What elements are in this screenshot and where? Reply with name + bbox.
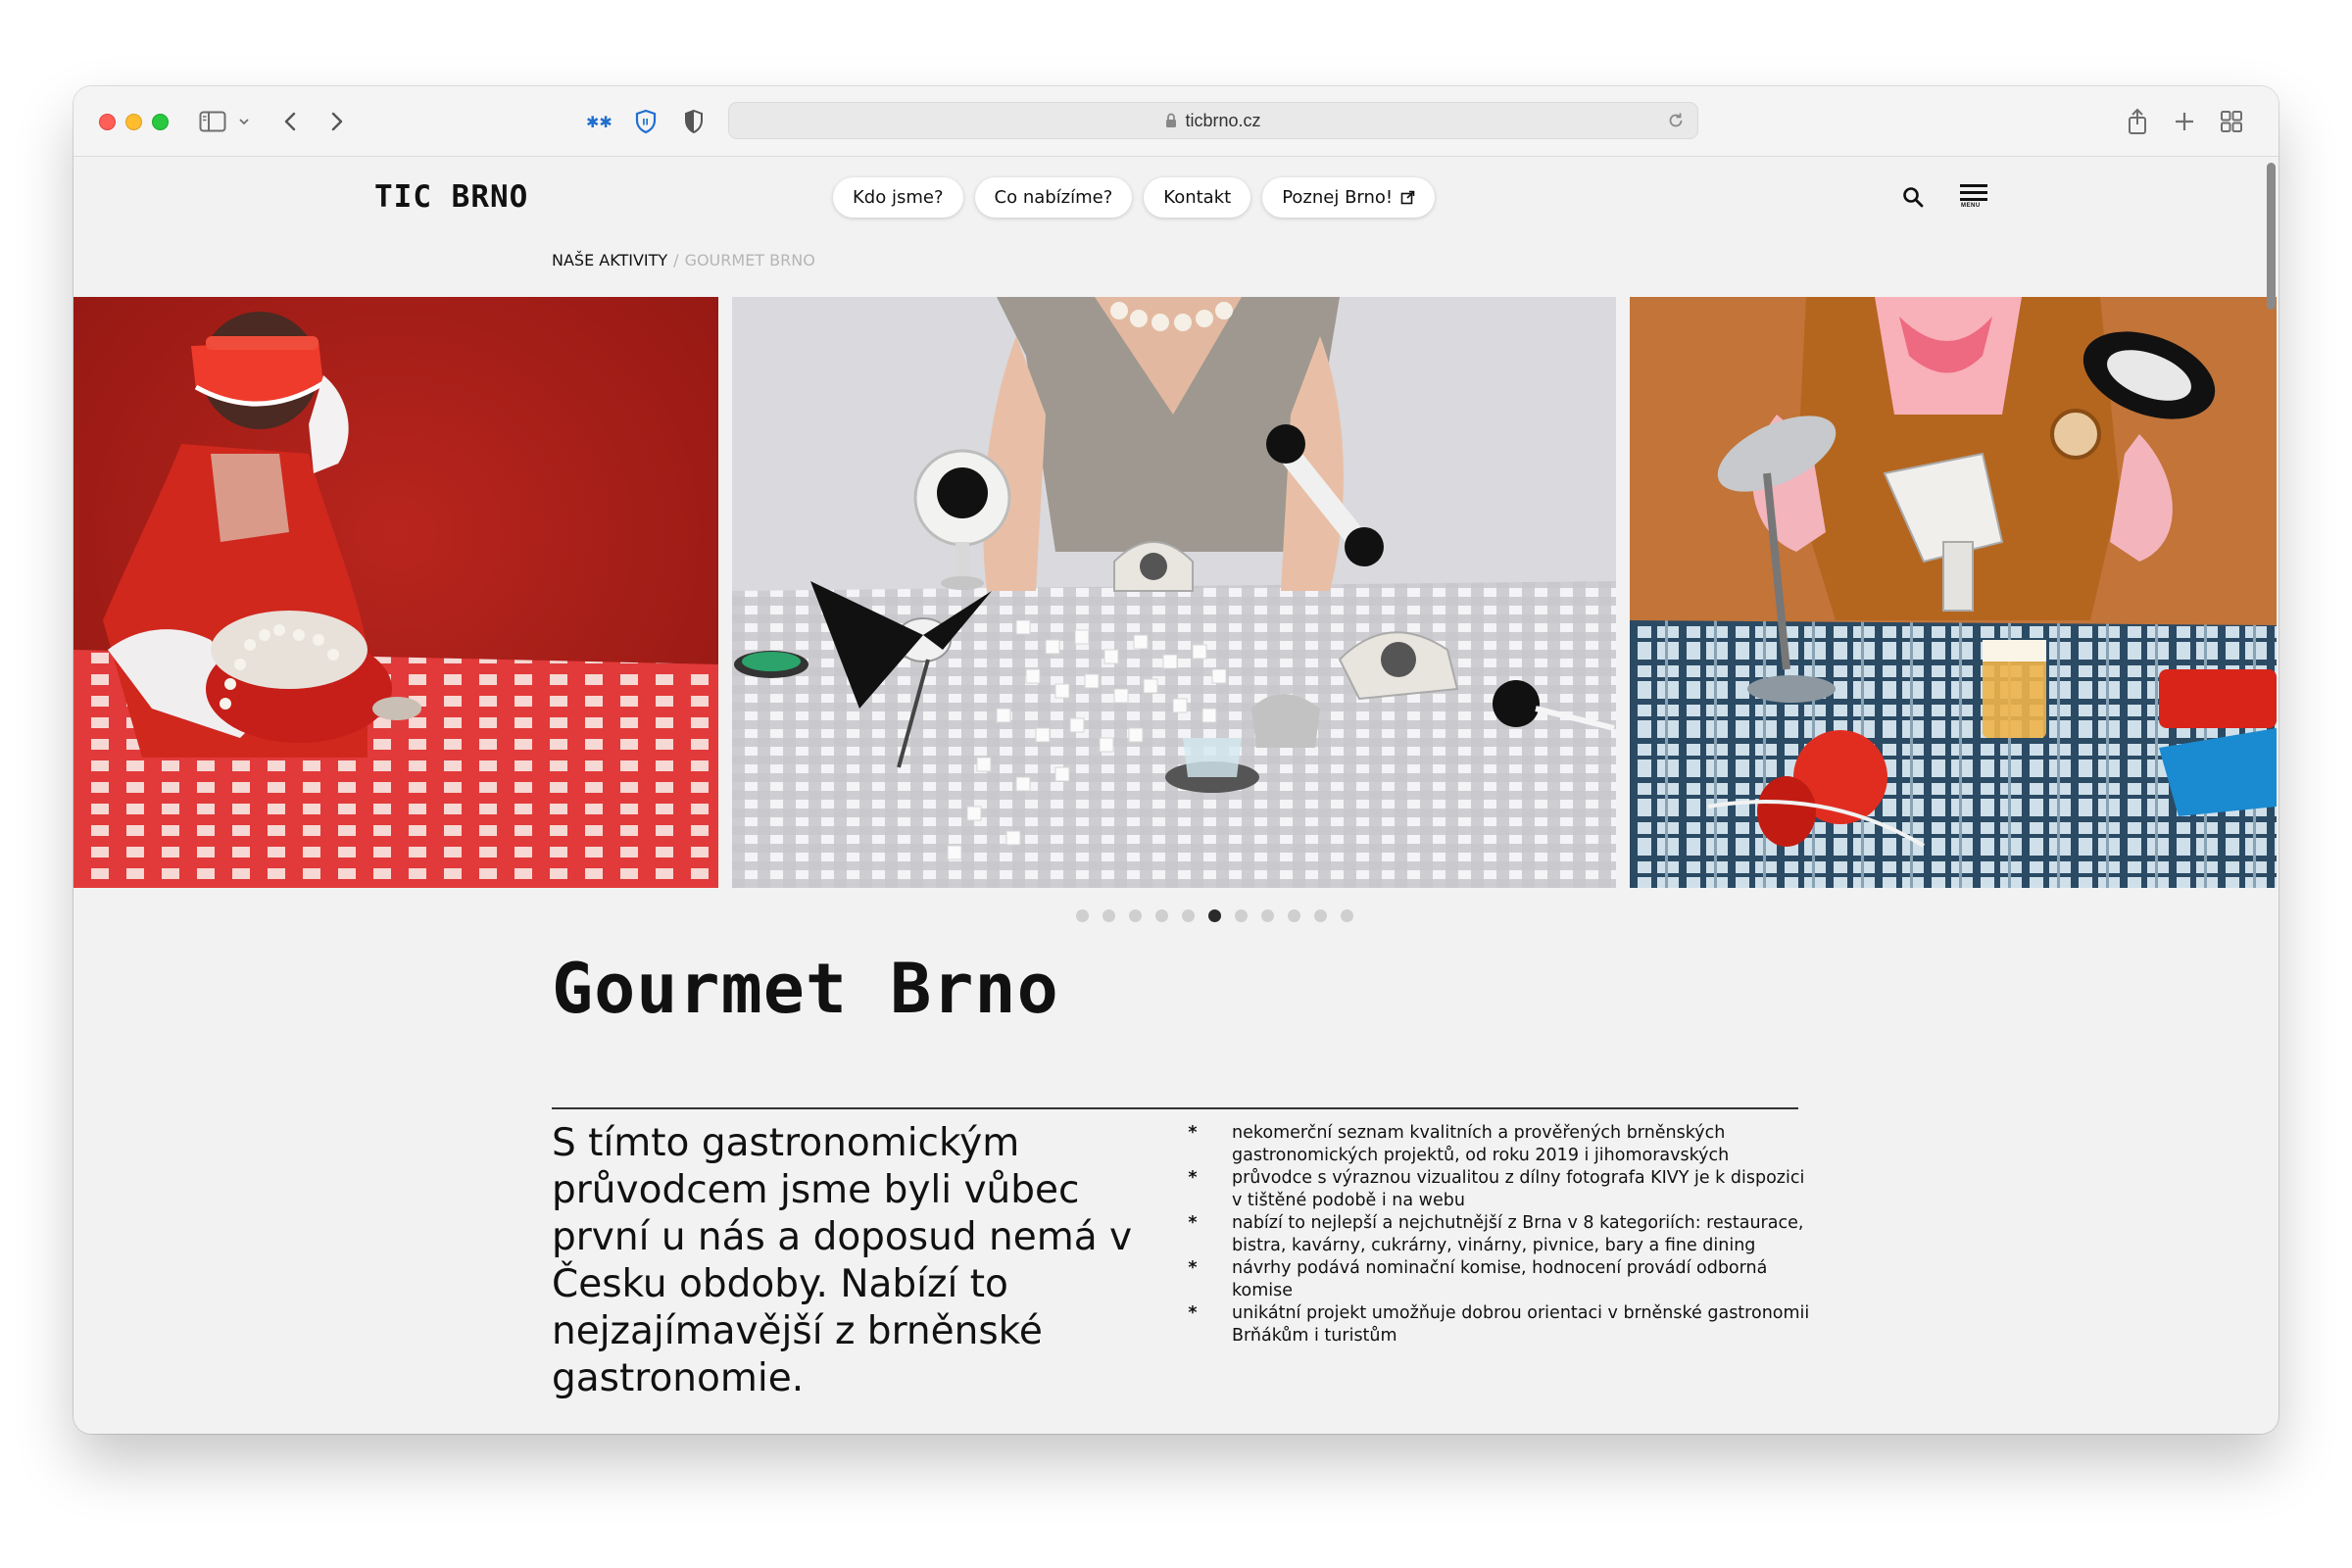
bullet-icon: * (1188, 1123, 1198, 1143)
svg-text:✱✱: ✱✱ (586, 113, 612, 131)
nav-poznej-brno[interactable]: Poznej Brno! (1262, 177, 1436, 218)
breadcrumb-separator: / (673, 251, 679, 270)
sidebar-toggle-icon[interactable] (199, 106, 226, 137)
bullet-icon: * (1188, 1213, 1198, 1233)
list-item-text: nabízí to nejlepší a nejchutnější z Brna… (1232, 1213, 1804, 1255)
breadcrumb: NAŠE AKTIVITY / GOURMET BRNO (552, 251, 815, 270)
url-text: ticbrno.cz (1185, 110, 1261, 130)
nav-label: Poznej Brno! (1282, 187, 1394, 208)
main-nav: Kdo jsme? Co nabízíme? Kontakt Poznej Br… (833, 177, 1436, 218)
carousel-dot[interactable] (1261, 909, 1274, 922)
gallery-photo[interactable] (732, 297, 1616, 888)
browser-window: ✱✱ II ticbrno.cz TIC BRNO Kdo jsme? Co n… (74, 86, 2278, 1434)
list-item: * unikátní projekt umožňuje dobrou orient… (1183, 1302, 1810, 1348)
reload-icon[interactable] (1666, 111, 1686, 130)
lead-paragraph: S tímto gastronomickým průvodcem jsme by… (552, 1121, 1133, 1400)
nav-label: Kdo jsme? (853, 187, 944, 208)
lock-icon (1166, 113, 1177, 127)
search-icon[interactable] (1902, 186, 1924, 213)
carousel-dot[interactable] (1341, 909, 1353, 922)
bitwarden-shield-icon[interactable]: II (634, 106, 658, 137)
menu-label: MENU (1961, 203, 1981, 209)
gallery-photo[interactable] (1630, 297, 2277, 888)
carousel-dot[interactable] (1314, 909, 1327, 922)
tab-overview-icon[interactable] (2220, 106, 2243, 137)
browser-toolbar: ✱✱ II ticbrno.cz (74, 86, 2278, 157)
svg-text:II: II (642, 119, 649, 128)
nav-label: Kontakt (1163, 187, 1232, 208)
list-item: * nabízí to nejlepší a nejchutnější z Brn… (1183, 1212, 1810, 1257)
carousel-dot[interactable] (1235, 909, 1248, 922)
new-tab-icon[interactable] (2174, 106, 2195, 137)
carousel-dot[interactable] (1102, 909, 1115, 922)
list-item: * návrhy podává nominační komise, hodnoce… (1183, 1257, 1810, 1302)
chevron-down-icon[interactable] (238, 106, 250, 137)
address-bar[interactable]: ticbrno.cz (728, 102, 1698, 139)
photo-carousel[interactable] (74, 297, 2277, 888)
list-item-text: nekomerční seznam kvalitních a prověřený… (1232, 1123, 1730, 1165)
forward-icon[interactable] (330, 106, 344, 137)
breadcrumb-current: GOURMET BRNO (684, 251, 815, 270)
carousel-dot[interactable] (1076, 909, 1089, 922)
bullet-icon: * (1188, 1168, 1198, 1188)
carousel-dot[interactable] (1182, 909, 1195, 922)
list-item: * nekomerční seznam kvalitních a prověřen… (1183, 1122, 1810, 1167)
carousel-dot[interactable] (1155, 909, 1168, 922)
back-icon[interactable] (283, 106, 297, 137)
menu-button[interactable]: MENU (1960, 182, 1989, 212)
breadcrumb-item[interactable]: NAŠE AKTIVITY (552, 251, 667, 270)
nav-kdo-jsme[interactable]: Kdo jsme? (833, 177, 963, 218)
list-item: * průvodce s výraznou vizualitou z dílny … (1183, 1167, 1810, 1212)
privacy-shield-icon[interactable] (683, 106, 705, 137)
list-item-text: unikátní projekt umožňuje dobrou orienta… (1232, 1303, 1810, 1346)
external-link-icon (1400, 190, 1415, 205)
gallery-photo[interactable] (74, 297, 718, 888)
bullet-icon: * (1188, 1303, 1198, 1323)
nav-label: Co nabízíme? (994, 187, 1113, 208)
vertical-scrollbar[interactable] (2267, 163, 2276, 1427)
nav-co-nabizime[interactable]: Co nabízíme? (974, 177, 1133, 218)
bullet-icon: * (1188, 1258, 1198, 1278)
minimize-window-button[interactable] (125, 114, 142, 130)
page-title: Gourmet Brno (552, 949, 1059, 1029)
divider (552, 1107, 1798, 1109)
site-logo[interactable]: TIC BRNO (374, 179, 528, 215)
facts-list: * nekomerční seznam kvalitních a prověřen… (1183, 1122, 1810, 1348)
carousel-dot[interactable] (1208, 909, 1221, 922)
carousel-dot[interactable] (1288, 909, 1300, 922)
zoom-window-button[interactable] (152, 114, 169, 130)
list-item-text: průvodce s výraznou vizualitou z dílny f… (1232, 1168, 1805, 1210)
close-window-button[interactable] (99, 114, 116, 130)
carousel-pagination (1076, 909, 1353, 922)
nav-kontakt[interactable]: Kontakt (1144, 177, 1251, 218)
carousel-dot[interactable] (1129, 909, 1142, 922)
web-page: TIC BRNO Kdo jsme? Co nabízíme? Kontakt … (74, 157, 2277, 1434)
eu-extension-icon[interactable]: ✱✱ (585, 106, 612, 137)
list-item-text: návrhy podává nominační komise, hodnocen… (1232, 1258, 1768, 1300)
scrollbar-thumb[interactable] (2267, 163, 2276, 310)
share-icon[interactable] (2127, 106, 2148, 137)
